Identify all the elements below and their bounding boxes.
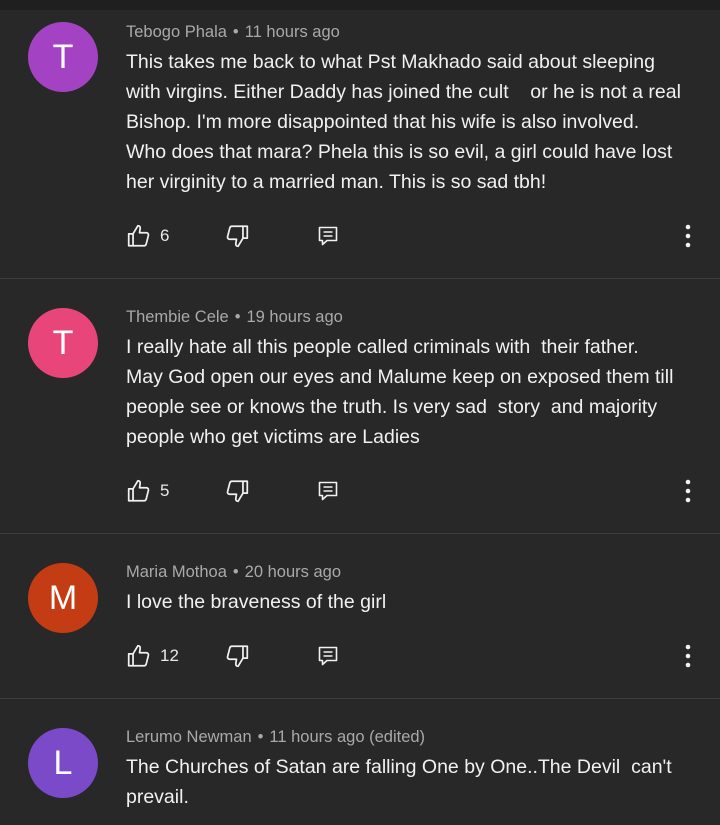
meta-separator: • bbox=[234, 308, 241, 326]
comment-meta: Maria Mothoa • 20 hours ago bbox=[126, 563, 341, 582]
meta-separator: • bbox=[232, 23, 239, 41]
reply-button[interactable] bbox=[316, 221, 340, 251]
comment-text: I love the braveness of the girl bbox=[126, 591, 387, 613]
like-button[interactable]: 5 bbox=[126, 476, 169, 506]
more-vert-icon bbox=[685, 479, 691, 503]
comment-meta: Tebogo Phala • 11 hours ago bbox=[126, 23, 340, 42]
dislike-button[interactable] bbox=[224, 221, 250, 251]
like-count: 12 bbox=[160, 646, 179, 665]
thumbs-down-icon bbox=[226, 480, 249, 503]
reply-button[interactable] bbox=[316, 476, 340, 506]
author-name[interactable]: Maria Mothoa bbox=[126, 563, 227, 581]
reply-icon bbox=[318, 646, 338, 666]
thumbs-up-icon bbox=[127, 224, 150, 247]
comment-text: I really hate all this people called cri… bbox=[126, 336, 674, 448]
comment-actions: 5 bbox=[126, 476, 706, 506]
comment-actions: 6 bbox=[126, 221, 706, 251]
thumbs-down-icon bbox=[226, 225, 249, 248]
more-options-button[interactable] bbox=[678, 476, 698, 506]
comment-time[interactable]: 19 hours ago bbox=[247, 308, 343, 326]
comment-text: This takes me back to what Pst Makhado s… bbox=[126, 51, 681, 193]
like-button[interactable]: 12 bbox=[126, 641, 179, 671]
dislike-button[interactable] bbox=[224, 641, 250, 671]
thumbs-up-icon bbox=[127, 644, 150, 667]
meta-separator: • bbox=[232, 563, 239, 581]
reply-icon bbox=[318, 226, 338, 246]
thumbs-down-icon bbox=[226, 645, 249, 668]
comment-item: M Maria Mothoa • 20 hours ago I love the b… bbox=[0, 534, 720, 698]
more-options-button[interactable] bbox=[678, 221, 698, 251]
reply-icon bbox=[318, 481, 338, 501]
like-count: 6 bbox=[160, 226, 170, 245]
reply-button[interactable] bbox=[316, 641, 340, 671]
comment-time[interactable]: 20 hours ago bbox=[245, 563, 341, 581]
more-options-button[interactable] bbox=[678, 641, 698, 671]
comment-meta: Lerumo Newman • 11 hours ago (edited) bbox=[126, 728, 425, 747]
avatar[interactable]: L bbox=[28, 728, 98, 798]
avatar[interactable]: T bbox=[28, 308, 98, 378]
comment-item: L Lerumo Newman • 11 hours ago (edited) Th… bbox=[0, 699, 720, 825]
comment-meta: Thembie Cele • 19 hours ago bbox=[126, 308, 343, 327]
comment-text: The Churches of Satan are falling One by… bbox=[126, 756, 672, 808]
like-count: 5 bbox=[160, 481, 170, 500]
comment-actions: 12 bbox=[126, 641, 706, 671]
comment-item: T Thembie Cele • 19 hours ago I really hat… bbox=[0, 279, 720, 533]
comment-time[interactable]: 11 hours ago (edited) bbox=[269, 728, 425, 746]
meta-separator: • bbox=[257, 728, 264, 746]
more-vert-icon bbox=[685, 224, 691, 248]
author-name[interactable]: Thembie Cele bbox=[126, 308, 229, 326]
avatar[interactable]: T bbox=[28, 22, 98, 92]
dislike-button[interactable] bbox=[224, 476, 250, 506]
more-vert-icon bbox=[685, 644, 691, 668]
author-name[interactable]: Lerumo Newman bbox=[126, 728, 252, 746]
like-button[interactable]: 6 bbox=[126, 221, 169, 251]
avatar[interactable]: M bbox=[28, 563, 98, 633]
comment-item: T Tebogo Phala • 11 hours ago This takes m… bbox=[0, 0, 720, 278]
thumbs-up-icon bbox=[127, 479, 150, 502]
comment-time[interactable]: 11 hours ago bbox=[245, 23, 340, 41]
author-name[interactable]: Tebogo Phala bbox=[126, 23, 227, 41]
